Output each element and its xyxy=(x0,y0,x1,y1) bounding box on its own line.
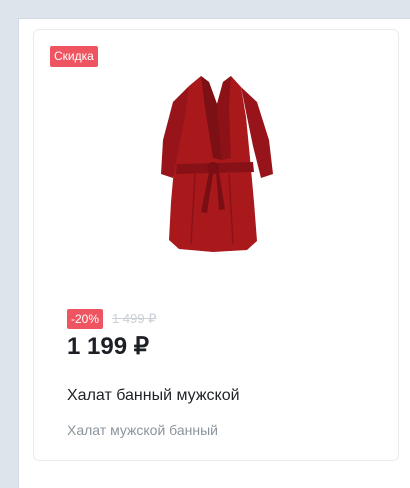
product-title[interactable]: Халат банный мужской xyxy=(67,387,240,405)
product-card[interactable]: Скидка -20% 1 499 ₽ 1 199 ₽ Халат банный… xyxy=(33,29,399,461)
discount-badge: -20% xyxy=(67,309,104,329)
product-subtitle: Халат мужской банный xyxy=(67,422,218,438)
product-image[interactable] xyxy=(149,62,285,272)
red-bathrobe-icon xyxy=(161,76,273,252)
current-price: 1 199 ₽ xyxy=(67,333,149,360)
sale-badge: Скидка xyxy=(50,46,98,67)
old-price: 1 499 ₽ xyxy=(112,311,157,326)
price-row: -20% 1 499 ₽ xyxy=(67,309,156,329)
